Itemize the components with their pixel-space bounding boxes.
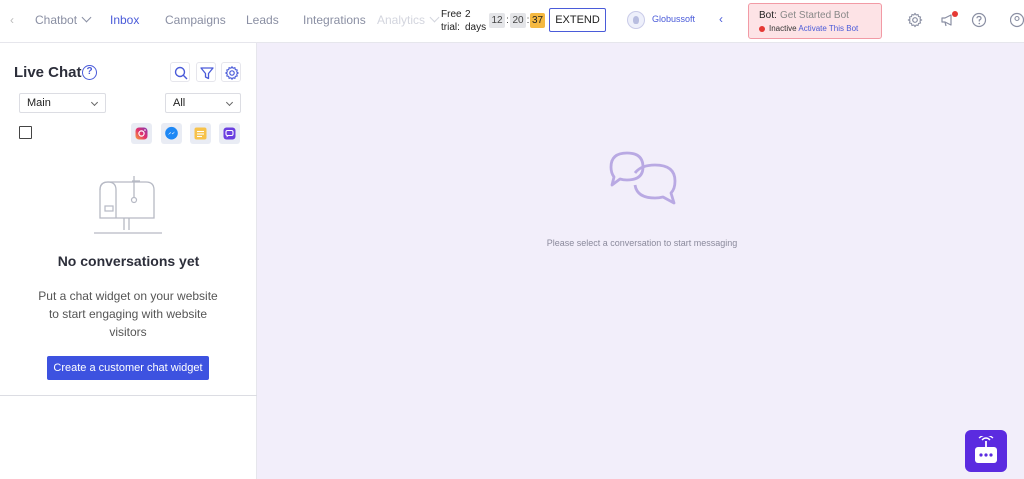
help-icon[interactable]: ? bbox=[82, 65, 97, 80]
trial-label-trial: trial: bbox=[441, 22, 460, 33]
empty-conversation-message: Please select a conversation to start me… bbox=[546, 238, 738, 248]
chevron-down-icon bbox=[429, 12, 440, 23]
chevron-left-icon[interactable]: ‹ bbox=[719, 12, 723, 26]
nav-analytics-label: Analytics bbox=[377, 13, 426, 27]
bot-icon bbox=[975, 436, 997, 463]
settings-gear-icon[interactable] bbox=[907, 12, 923, 28]
inbox-select[interactable]: Main bbox=[19, 93, 106, 113]
trial-info: Free trial: 2 days bbox=[441, 8, 486, 34]
messenger-icon bbox=[165, 126, 178, 140]
page-title: Live Chat bbox=[14, 64, 82, 81]
chevron-down-icon bbox=[225, 98, 234, 107]
timer-seconds: 37 bbox=[530, 13, 545, 28]
nav-back-icon[interactable]: ‹ bbox=[10, 13, 14, 27]
bot-status-box: Bot: Get Started Bot Inactive Activate T… bbox=[748, 3, 882, 39]
trial-days-count: 2 bbox=[465, 9, 471, 20]
timer-hours: 12 bbox=[489, 13, 505, 28]
sms-icon bbox=[194, 127, 207, 140]
extend-trial-button[interactable]: EXTEND bbox=[549, 8, 606, 32]
trial-label-free: Free bbox=[441, 9, 462, 20]
nav-inbox[interactable]: Inbox bbox=[110, 13, 139, 27]
nav-analytics[interactable]: Analytics bbox=[377, 12, 440, 27]
filter-button[interactable] bbox=[196, 62, 216, 82]
inactive-dot-icon bbox=[759, 26, 765, 32]
channel-instagram[interactable] bbox=[131, 123, 152, 144]
select-all-checkbox[interactable] bbox=[19, 126, 32, 139]
chevron-down-icon bbox=[81, 12, 92, 23]
timer-minutes: 20 bbox=[510, 13, 526, 28]
trial-days-label: days bbox=[465, 22, 487, 33]
bot-status: Inactive Activate This Bot bbox=[769, 24, 858, 33]
settings-button[interactable] bbox=[221, 62, 241, 82]
divider bbox=[0, 395, 257, 396]
empty-state-title: No conversations yet bbox=[57, 253, 200, 269]
workspace-name[interactable]: Globussoft bbox=[652, 14, 695, 24]
chat-widget-launcher[interactable] bbox=[965, 430, 1007, 472]
chevron-down-icon bbox=[90, 98, 99, 107]
live-chat-sidebar: Live Chat ? Main All No conversations ye… bbox=[0, 43, 257, 479]
nav-chatbot[interactable]: Chatbot bbox=[35, 12, 92, 27]
notification-dot-icon bbox=[952, 11, 958, 17]
conversation-panel: Please select a conversation to start me… bbox=[257, 43, 1024, 479]
nav-campaigns[interactable]: Campaigns bbox=[165, 13, 226, 27]
search-button[interactable] bbox=[170, 62, 190, 82]
empty-mailbox-icon bbox=[94, 176, 162, 234]
filter-select-value: All bbox=[173, 97, 186, 109]
chat-icon bbox=[223, 127, 236, 140]
nav-integrations[interactable]: Integrations bbox=[303, 13, 366, 27]
inbox-select-value: Main bbox=[27, 97, 51, 109]
chat-bubbles-icon bbox=[609, 151, 677, 205]
channel-messenger[interactable] bbox=[161, 123, 182, 144]
gear-icon bbox=[224, 65, 240, 81]
channel-chat[interactable] bbox=[219, 123, 240, 144]
activate-bot-link[interactable]: Activate This Bot bbox=[798, 24, 858, 33]
conversation-filter-select[interactable]: All bbox=[165, 93, 241, 113]
filter-icon bbox=[200, 67, 214, 80]
create-chat-widget-button[interactable]: Create a customer chat widget bbox=[47, 356, 209, 380]
nav-chatbot-label: Chatbot bbox=[35, 13, 78, 27]
user-profile-icon[interactable] bbox=[1010, 12, 1024, 28]
bot-label: Bot: bbox=[759, 10, 777, 21]
instagram-icon bbox=[135, 127, 148, 140]
empty-state-description: Put a chat widget on your website to sta… bbox=[38, 289, 218, 339]
help-circle-icon[interactable] bbox=[971, 12, 987, 28]
bot-status-text: Inactive bbox=[769, 24, 797, 33]
bot-name[interactable]: Get Started Bot bbox=[780, 10, 849, 21]
workspace-avatar[interactable] bbox=[627, 11, 645, 29]
nav-leads[interactable]: Leads bbox=[246, 13, 279, 27]
search-icon bbox=[174, 66, 188, 80]
top-navigation-bar: ‹ Chatbot Inbox Campaigns Leads Integrat… bbox=[0, 0, 1024, 43]
channel-sms[interactable] bbox=[190, 123, 211, 144]
